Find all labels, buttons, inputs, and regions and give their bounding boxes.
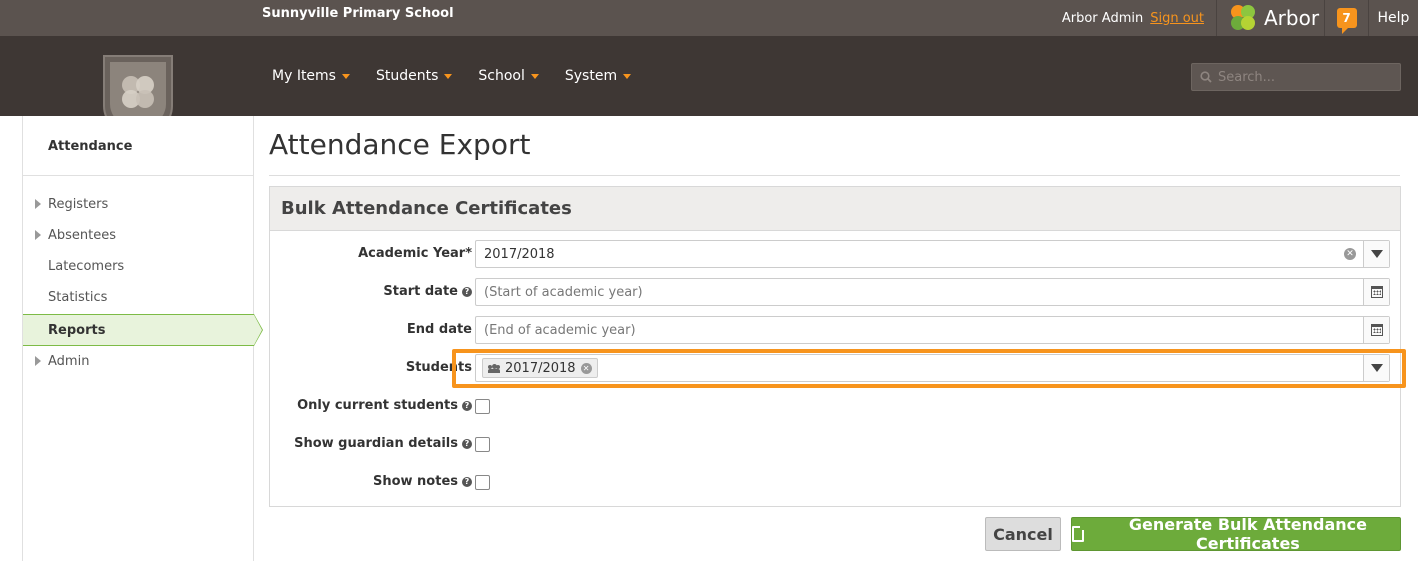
sidebar-heading[interactable]: Attendance <box>48 139 132 154</box>
school-name: Sunnyville Primary School <box>262 6 454 21</box>
label-text: End date <box>406 322 472 337</box>
chevron-down-icon <box>1370 364 1383 372</box>
sidebar-item-label: Absentees <box>48 227 117 243</box>
page-title: Attendance Export <box>269 128 531 161</box>
sidebar-item-label: Reports <box>48 322 106 338</box>
label-text: Show guardian details <box>294 436 458 451</box>
user-area: Arbor Admin Sign out Arbor 7 Help <box>1062 0 1418 36</box>
brand-name: Arbor <box>1264 6 1320 30</box>
academic-year-select[interactable]: 2017/2018 ✕ <box>475 240 1390 268</box>
sidebar-item-statistics[interactable]: Statistics <box>23 282 254 312</box>
students-token: 2017/2018 ✕ <box>482 358 598 378</box>
sidebar-item-label: Latecomers <box>48 258 125 274</box>
nav-label: School <box>478 68 525 84</box>
end-date-label: End date <box>407 322 472 337</box>
caret-down-icon <box>341 73 350 79</box>
group-icon <box>488 363 500 373</box>
calendar-button[interactable] <box>1363 317 1389 343</box>
user-name: Arbor Admin <box>1061 10 1144 26</box>
sidebar-item-admin[interactable]: Admin <box>23 346 254 376</box>
help-icon[interactable]: ? <box>462 476 472 487</box>
divider <box>269 175 1400 176</box>
divider <box>23 175 254 176</box>
caret-down-icon <box>530 73 539 79</box>
help-icon[interactable]: ? <box>462 438 472 449</box>
academic-year-value: 2017/2018 <box>484 246 555 262</box>
nav-label: My Items <box>272 68 336 84</box>
expand-arrow-icon <box>35 356 41 366</box>
end-date-placeholder: (End of academic year) <box>484 322 636 338</box>
label-text: Show notes <box>372 474 458 489</box>
label-text: Start date <box>383 284 458 299</box>
sidebar-item-label: Statistics <box>48 289 108 305</box>
sidebar-item-label: Registers <box>48 196 109 212</box>
guardian-label: Show guardian details ? <box>294 436 472 451</box>
label-text: Academic Year* <box>358 246 472 261</box>
search-icon <box>1200 71 1212 83</box>
guardian-checkbox[interactable] <box>475 437 490 452</box>
bulk-certificates-panel: Bulk Attendance Certificates <box>269 186 1401 507</box>
nav-school[interactable]: School <box>478 68 539 84</box>
help-icon[interactable]: ? <box>462 400 472 411</box>
label-text: Only current students <box>297 398 458 413</box>
dropdown-toggle[interactable] <box>1363 241 1389 267</box>
generate-label: Generate Bulk Attendance Certificates <box>1128 515 1368 553</box>
start-date-placeholder: (Start of academic year) <box>484 284 643 300</box>
arbor-logo[interactable]: Arbor <box>1216 0 1324 36</box>
only-current-label: Only current students ? <box>297 398 472 413</box>
sidebar-item-absentees[interactable]: Absentees <box>23 220 254 250</box>
label-text: Students <box>405 360 472 375</box>
pdf-icon <box>1072 526 1084 542</box>
only-current-checkbox[interactable] <box>475 399 490 414</box>
nav-label: Students <box>375 68 439 84</box>
help-link[interactable]: Help <box>1368 0 1418 36</box>
cancel-button[interactable]: Cancel <box>985 517 1061 551</box>
remove-token-icon[interactable]: ✕ <box>580 362 592 374</box>
chevron-down-icon <box>1370 250 1383 258</box>
panel-title: Bulk Attendance Certificates <box>270 187 1400 231</box>
sidebar: Attendance Registers Absentees Latecomer… <box>22 116 263 561</box>
dropdown-toggle[interactable] <box>1363 355 1389 381</box>
search-input[interactable] <box>1218 69 1388 85</box>
expand-arrow-icon <box>35 199 41 209</box>
active-pointer-fill <box>254 315 262 345</box>
notification-count: 7 <box>1336 8 1357 34</box>
token-label: 2017/2018 <box>505 360 576 376</box>
end-date-field[interactable]: (End of academic year) <box>475 316 1390 344</box>
students-select[interactable]: 2017/2018 ✕ <box>475 354 1390 382</box>
nav-students[interactable]: Students <box>375 68 453 84</box>
nav-label: System <box>564 68 618 84</box>
help-icon[interactable]: ? <box>462 286 472 297</box>
notes-checkbox[interactable] <box>475 475 490 490</box>
nav-system[interactable]: System <box>564 68 632 84</box>
expand-arrow-icon <box>35 230 41 240</box>
students-label: Students <box>406 360 472 375</box>
start-date-label: Start date ? <box>383 284 472 299</box>
nav-menu: My Items Students School System <box>272 68 657 84</box>
generate-button[interactable]: Generate Bulk Attendance Certificates <box>1071 515 1401 553</box>
calendar-button[interactable] <box>1363 279 1389 305</box>
sidebar-item-latecomers[interactable]: Latecomers <box>23 251 254 281</box>
sidebar-item-reports[interactable]: Reports <box>23 314 263 346</box>
caret-down-icon <box>623 73 632 79</box>
main-nav: My Items Students School System <box>0 36 1418 144</box>
top-bar: Sunnyville Primary School Arbor Admin Si… <box>0 0 1418 36</box>
search-box <box>1191 63 1401 91</box>
academic-year-label: Academic Year* <box>358 246 472 261</box>
notifications-button[interactable]: 7 <box>1324 0 1368 36</box>
arbor-logo-icon <box>1231 5 1255 30</box>
calendar-icon <box>1370 286 1383 298</box>
caret-down-icon <box>444 73 453 79</box>
start-date-field[interactable]: (Start of academic year) <box>475 278 1390 306</box>
calendar-icon <box>1370 324 1383 336</box>
notes-label: Show notes ? <box>373 474 472 489</box>
sidebar-item-registers[interactable]: Registers <box>23 189 254 219</box>
sign-out-link[interactable]: Sign out <box>1150 11 1204 26</box>
nav-my-items[interactable]: My Items <box>272 68 350 84</box>
sidebar-item-label: Admin <box>48 353 90 369</box>
clear-icon[interactable]: ✕ <box>1344 248 1356 260</box>
